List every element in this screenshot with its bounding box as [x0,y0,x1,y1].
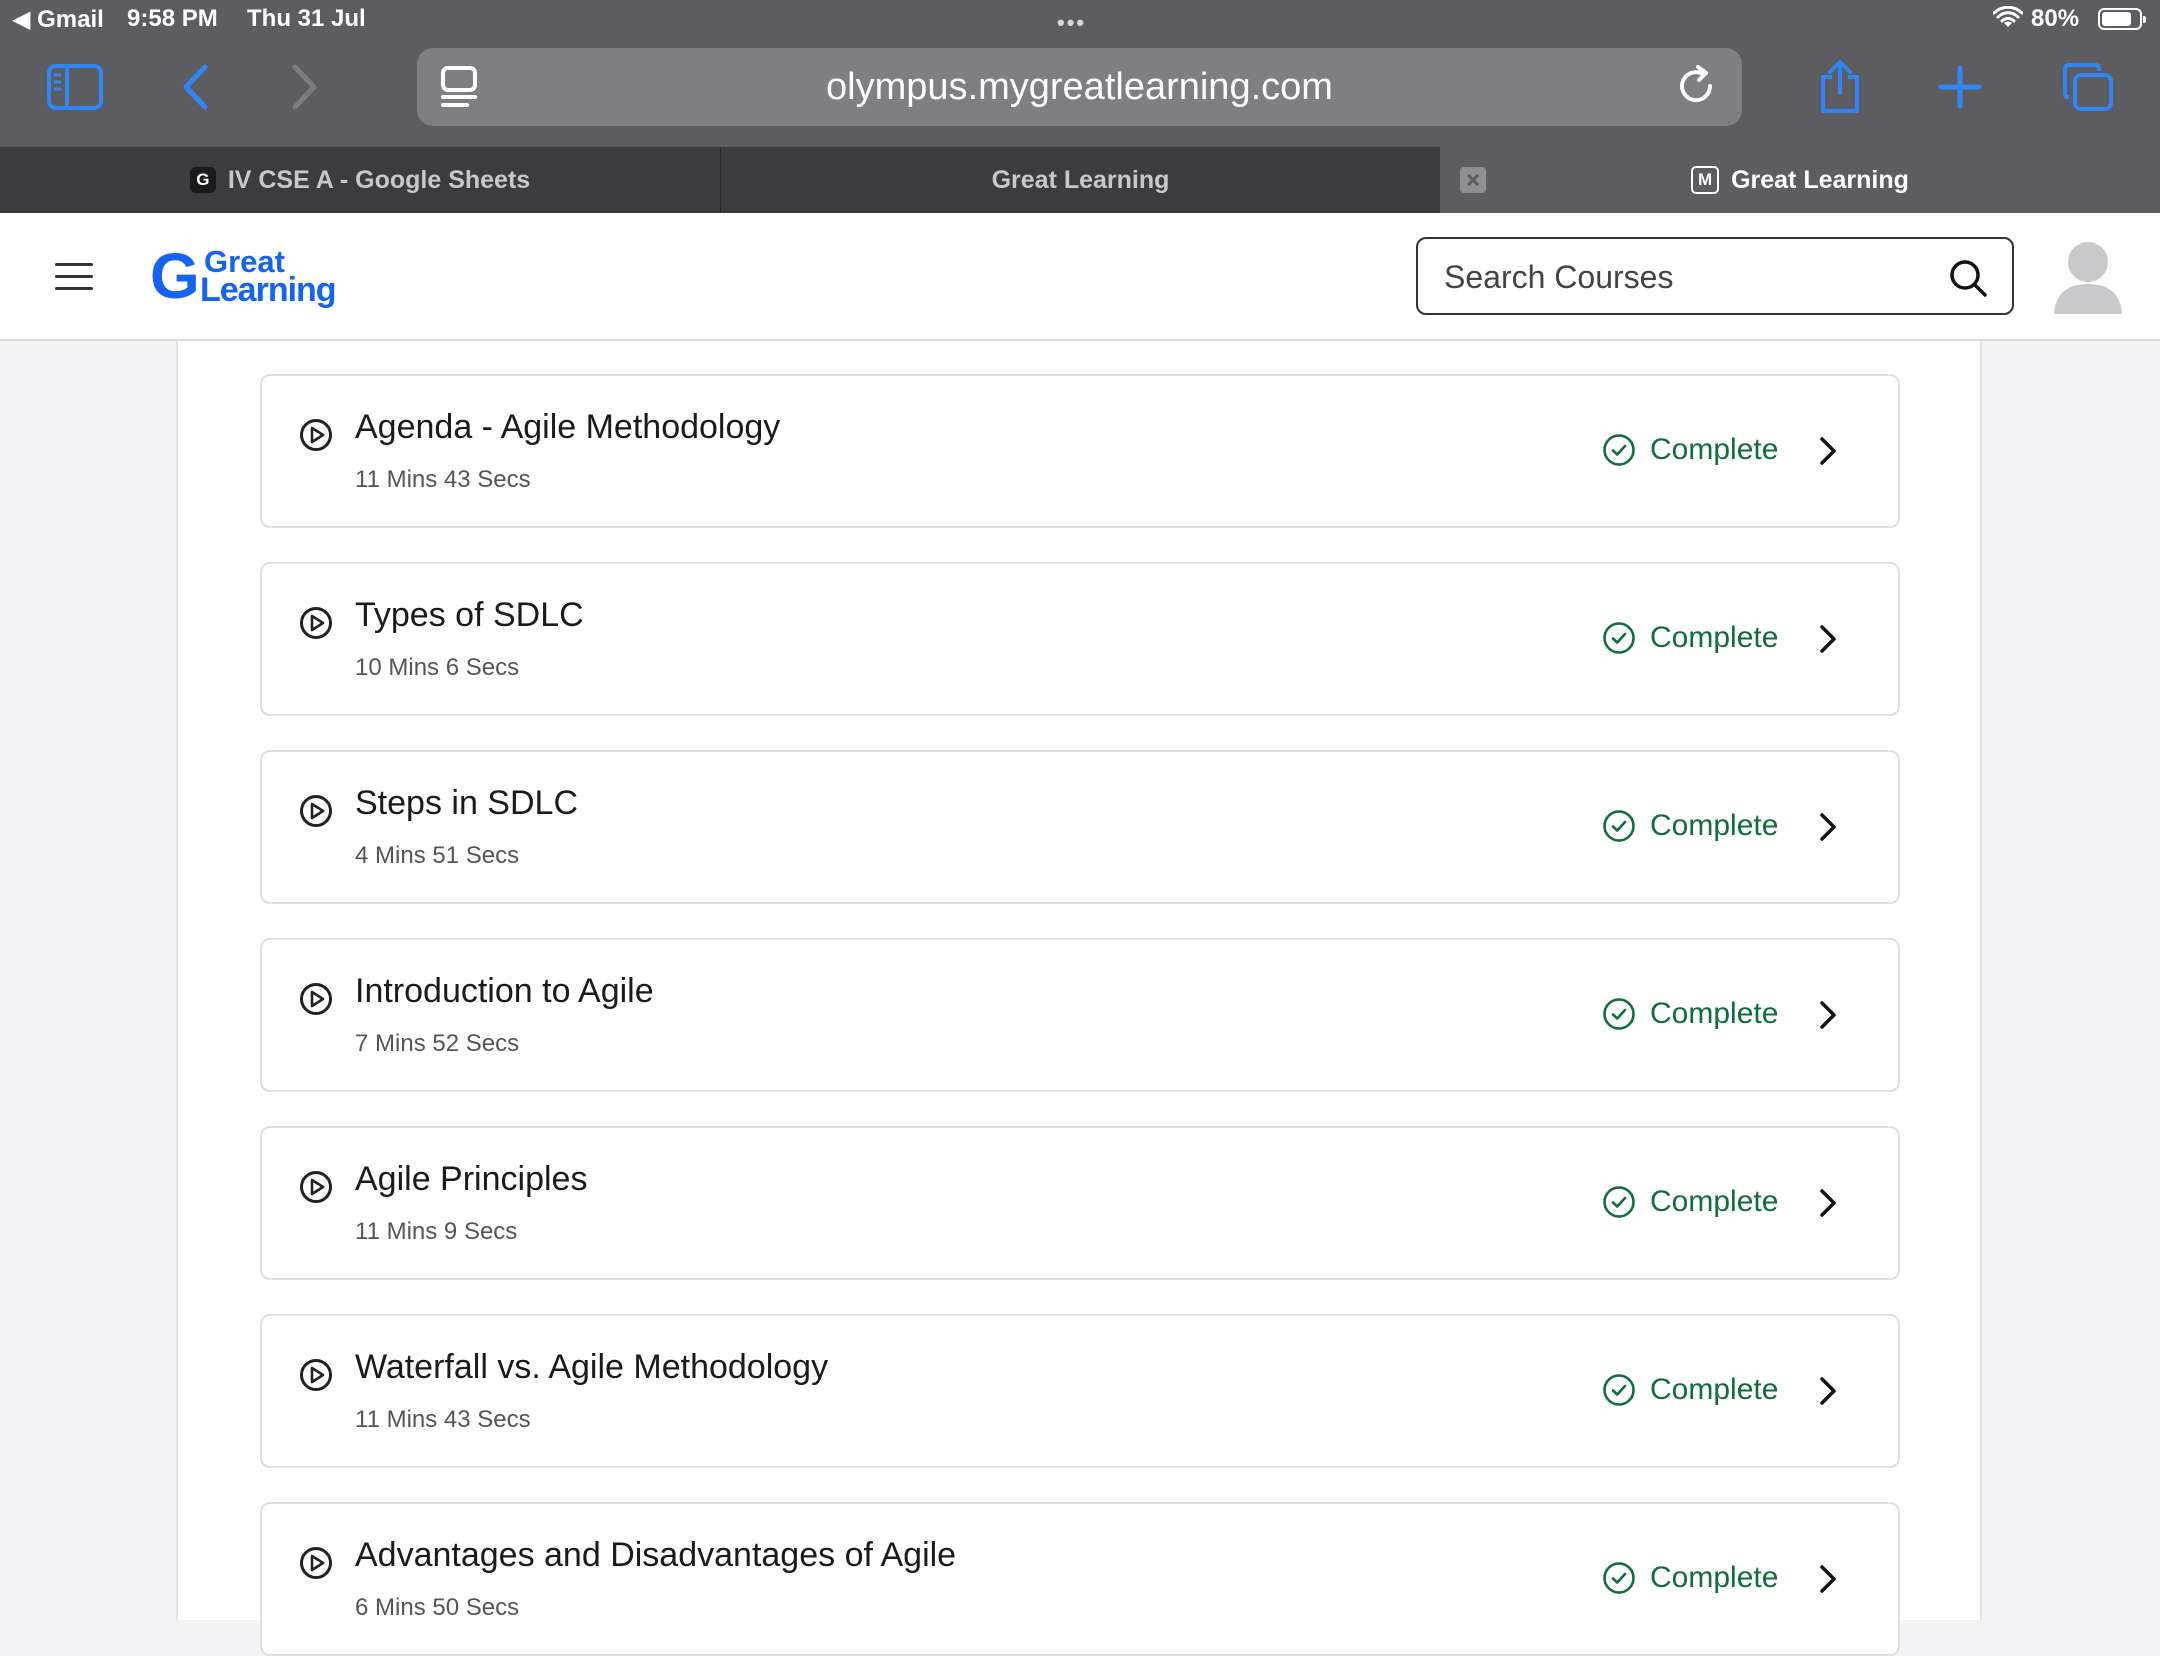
chevron-right-icon[interactable] [1817,1564,1839,1599]
lesson-card[interactable]: Agile Principles 11 Mins 9 Secs Complete [260,1126,1900,1280]
logo-mark: G [150,240,200,312]
play-circle-icon [299,418,333,457]
tab-title: Great Learning [991,165,1170,194]
play-circle-icon [299,1170,333,1209]
lesson-title: Types of SDLC [355,596,584,634]
lesson-status: Complete [1602,433,1778,467]
lesson-card[interactable]: Advantages and Disadvantages of Agile 6 … [260,1502,1900,1656]
check-circle-icon [1603,1186,1635,1218]
share-icon [1821,60,1859,113]
chevron-right-icon[interactable] [1817,624,1839,659]
close-tab-icon[interactable] [1460,167,1486,193]
site-header: G Great Learning [0,213,2160,341]
lesson-duration: 11 Mins 9 Secs [355,1218,518,1245]
new-tab-button[interactable] [1935,55,1985,119]
lesson-duration: 7 Mins 52 Secs [355,1030,520,1057]
lesson-status: Complete [1602,809,1778,843]
lesson-status-label: Complete [1650,997,1779,1030]
tab-title: Great Learning [1731,165,1909,194]
check-circle-icon [1603,1562,1635,1594]
sidebar-toggle-button[interactable] [40,55,110,119]
lesson-status: Complete [1602,1185,1778,1219]
forward-button[interactable] [280,55,330,119]
check-circle-icon [1603,622,1635,654]
tab-great-learning-active[interactable]: M Great Learning [1440,147,2160,213]
lesson-duration: 10 Mins 6 Secs [355,654,520,681]
check-circle-icon [1603,434,1635,466]
lesson-status-label: Complete [1650,809,1779,842]
status-bar: ◀ Gmail 9:58 PM Thu 31 Jul ••• 80% [0,0,2160,38]
logo-text-line2: Learning [200,271,337,309]
chevron-right-icon[interactable] [1817,1376,1839,1411]
battery-icon [2098,8,2146,30]
lesson-duration: 11 Mins 43 Secs [355,1406,531,1433]
share-button[interactable] [1810,55,1870,119]
status-date: Thu 31 Jul [247,5,366,32]
lesson-title: Agenda - Agile Methodology [355,408,781,446]
status-time: 9:58 PM [127,5,218,32]
lesson-status-label: Complete [1650,1373,1779,1406]
avatar[interactable] [2052,238,2124,314]
sidebar-icon [47,64,103,110]
great-learning-logo[interactable]: G Great Learning [150,243,350,309]
lesson-duration: 11 Mins 43 Secs [355,466,531,493]
search-icon[interactable] [1948,258,1988,303]
menu-icon[interactable] [55,263,95,291]
check-circle-icon [1603,1374,1635,1406]
tab-bar: G IV CSE A - Google Sheets Great Learnin… [0,147,2160,213]
lesson-title: Introduction to Agile [355,972,654,1010]
tab-great-learning[interactable]: Great Learning [721,147,1440,213]
play-circle-icon [299,606,333,645]
lesson-card[interactable]: Waterfall vs. Agile Methodology 11 Mins … [260,1314,1900,1468]
tabs-icon [2063,63,2113,111]
lesson-status: Complete [1602,1561,1778,1595]
chevron-right-icon[interactable] [1817,1188,1839,1223]
lesson-card[interactable]: Steps in SDLC 4 Mins 51 Secs Complete [260,750,1900,904]
back-button[interactable] [170,55,220,119]
play-circle-icon [299,1358,333,1397]
lesson-title: Waterfall vs. Agile Methodology [355,1348,829,1386]
chevron-left-icon [183,64,208,110]
lesson-title: Advantages and Disadvantages of Agile [355,1536,957,1574]
tab-overview-button[interactable] [2058,55,2118,119]
lesson-status-label: Complete [1650,1561,1779,1594]
chevron-right-icon[interactable] [1817,436,1839,471]
lesson-title: Agile Principles [355,1160,588,1198]
tab-title: IV CSE A - Google Sheets [227,165,531,194]
chevron-right-icon [292,64,317,110]
lesson-status-label: Complete [1650,1185,1779,1218]
lesson-title: Steps in SDLC [355,784,578,822]
lesson-card[interactable]: Introduction to Agile 7 Mins 52 Secs Com… [260,938,1900,1092]
tab-favicon: M [1691,166,1720,194]
back-to-app-link[interactable]: ◀ Gmail [12,5,104,34]
search-box [1416,237,2014,315]
lesson-card[interactable]: Agenda - Agile Methodology 11 Mins 43 Se… [260,374,1900,528]
reload-icon[interactable] [1674,64,1718,113]
play-circle-icon [299,1546,333,1585]
multitasking-dots-icon[interactable]: ••• [1057,10,1086,36]
search-input[interactable] [1442,251,1926,303]
lesson-duration: 4 Mins 51 Secs [355,842,520,869]
chevron-right-icon[interactable] [1817,1000,1839,1035]
check-circle-icon [1603,998,1635,1030]
lesson-status: Complete [1602,621,1778,655]
wifi-icon [1992,5,2024,37]
lesson-status-label: Complete [1650,433,1779,466]
chevron-right-icon[interactable] [1817,812,1839,847]
plus-icon [1938,65,1982,109]
tab-favicon: G [189,167,216,193]
url-text: olympus.mygreatlearning.com [826,66,1333,108]
lesson-status-label: Complete [1650,621,1779,654]
play-circle-icon [299,794,333,833]
browser-chrome: ◀ Gmail 9:58 PM Thu 31 Jul ••• 80% olymp… [0,0,2160,213]
play-circle-icon [299,982,333,1021]
lesson-card[interactable]: Types of SDLC 10 Mins 6 Secs Complete [260,562,1900,716]
check-circle-icon [1603,810,1635,842]
tab-google-sheets[interactable]: G IV CSE A - Google Sheets [0,147,720,213]
lesson-status: Complete [1602,1373,1778,1407]
lesson-duration: 6 Mins 50 Secs [355,1594,520,1621]
lesson-status: Complete [1602,997,1778,1031]
address-bar[interactable]: olympus.mygreatlearning.com [417,48,1742,126]
battery-percent: 80% [2031,5,2080,32]
